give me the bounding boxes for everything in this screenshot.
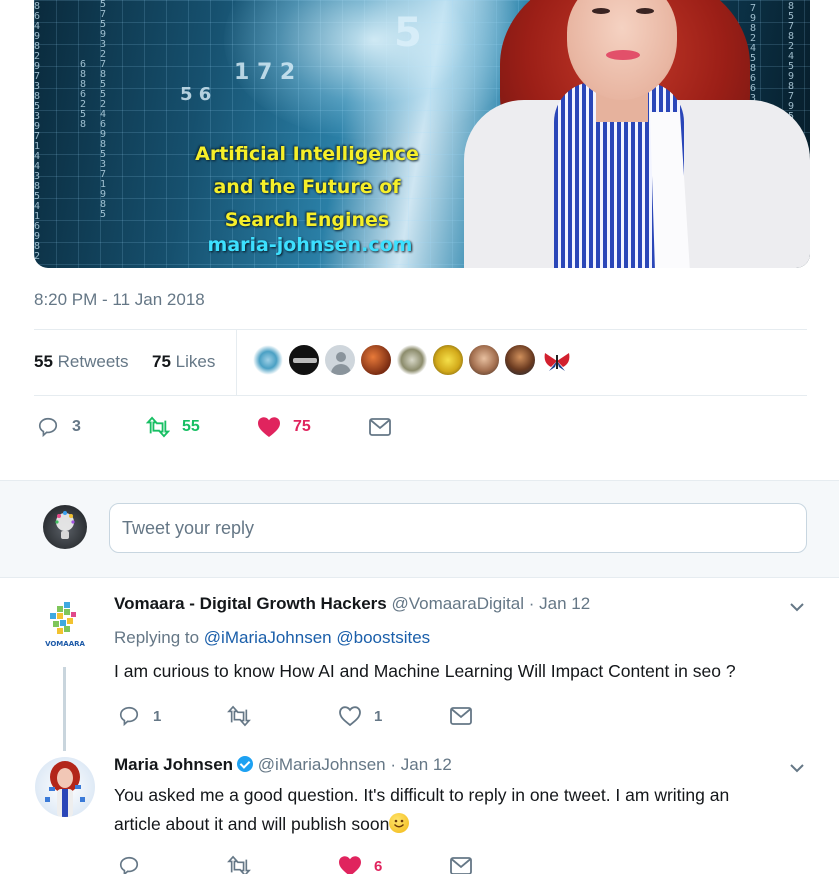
liker-avatar[interactable] bbox=[324, 344, 356, 376]
retweet-icon bbox=[227, 704, 251, 728]
reply-header: Vomaara - Digital Growth Hackers @Vomaar… bbox=[114, 594, 590, 614]
retweets-stat[interactable]: 55 Retweets bbox=[34, 352, 129, 372]
tweet-date[interactable]: Jan 12 bbox=[539, 594, 590, 613]
reply-icon bbox=[36, 415, 60, 439]
author-name[interactable]: Maria Johnsen bbox=[114, 755, 233, 774]
hero-big-digit: 5 bbox=[394, 10, 422, 56]
tweet-text-line: article about it and will publish soon bbox=[114, 810, 814, 839]
hero-headline-line: Search Engines bbox=[224, 209, 390, 231]
retweet-action[interactable]: 55 bbox=[146, 415, 200, 439]
tweet-date[interactable]: Jan 12 bbox=[401, 755, 452, 774]
reply-action[interactable] bbox=[117, 854, 141, 874]
heart-outline-icon bbox=[338, 704, 362, 728]
envelope-icon bbox=[449, 704, 473, 728]
hero-matrix-digits: 5 7 5 9 3 2 7 8 5 5 2 4 6 9 8 5 3 7 1 9 … bbox=[100, 0, 107, 220]
portrait-lips bbox=[606, 50, 640, 60]
liker-avatar[interactable] bbox=[468, 344, 500, 376]
maria-avatar[interactable] bbox=[35, 757, 95, 817]
chevron-down-icon[interactable] bbox=[788, 598, 806, 616]
mention-link[interactable]: @iMariaJohnsen bbox=[204, 628, 332, 647]
portrait-eye bbox=[592, 8, 610, 14]
liker-avatar[interactable] bbox=[288, 344, 320, 376]
current-user-avatar[interactable] bbox=[43, 505, 87, 549]
direct-message-action[interactable] bbox=[449, 704, 473, 728]
tweet-media-image[interactable]: 8 6 4 9 8 2 9 7 3 8 5 3 9 7 1 4 4 3 8 5 … bbox=[34, 0, 810, 268]
reply-action[interactable]: 3 bbox=[36, 415, 81, 439]
hero-matrix-digits: 8 6 4 9 8 2 9 7 3 8 5 3 9 7 1 4 4 3 8 5 … bbox=[34, 2, 41, 262]
mention-link[interactable]: @boostsites bbox=[336, 628, 430, 647]
divider bbox=[34, 395, 807, 396]
liker-avatar[interactable] bbox=[252, 344, 284, 376]
like-count: 6 bbox=[374, 857, 383, 874]
replying-to: Replying to @iMariaJohnsen @boostsites bbox=[114, 628, 430, 648]
reply-count: 1 bbox=[153, 707, 162, 725]
direct-message-action[interactable] bbox=[368, 415, 392, 439]
hero-url: maria-johnsen.com bbox=[207, 234, 413, 256]
replying-to-label: Replying to bbox=[114, 628, 200, 647]
like-action[interactable]: 75 bbox=[257, 415, 311, 439]
hero-headline-line: and the Future of bbox=[213, 176, 401, 198]
retweet-action[interactable] bbox=[227, 854, 251, 874]
portrait-eye bbox=[636, 8, 654, 14]
hero-big-digit: 5 6 bbox=[180, 84, 212, 105]
tweet-text: You asked me a good question. It's diffi… bbox=[114, 781, 814, 839]
tweet-text: I am curious to know How AI and Machine … bbox=[114, 661, 736, 681]
verified-badge-icon bbox=[237, 756, 254, 772]
separator-dot: · bbox=[528, 594, 535, 613]
author-handle[interactable]: @iMariaJohnsen bbox=[258, 755, 386, 774]
envelope-icon bbox=[368, 415, 392, 439]
hero-headline: Artificial Intelligence and the Future o… bbox=[164, 138, 450, 237]
retweet-icon bbox=[227, 854, 251, 874]
liker-avatars bbox=[252, 344, 572, 380]
hero-portrait bbox=[444, 0, 810, 268]
liker-avatar[interactable] bbox=[504, 344, 536, 376]
reply-header: Maria Johnsen @iMariaJohnsen · Jan 12 bbox=[114, 755, 452, 775]
chevron-down-icon[interactable] bbox=[788, 759, 806, 777]
retweet-count: 55 bbox=[182, 418, 200, 435]
tweet-timestamp[interactable]: 8:20 PM - 11 Jan 2018 bbox=[34, 290, 205, 310]
hero-headline-line: Artificial Intelligence bbox=[195, 143, 419, 165]
like-count: 1 bbox=[374, 707, 383, 725]
liker-avatar[interactable] bbox=[432, 344, 464, 376]
stats-separator bbox=[236, 330, 237, 395]
tweet-text-line: You asked me a good question. It's diffi… bbox=[114, 785, 730, 805]
reply-action[interactable]: 1 bbox=[117, 704, 161, 728]
reply-icon bbox=[117, 704, 141, 728]
retweet-action[interactable] bbox=[227, 704, 251, 728]
likes-count: 75 bbox=[152, 352, 171, 371]
envelope-icon bbox=[449, 854, 473, 874]
likes-stat[interactable]: 75 Likes bbox=[152, 352, 215, 372]
author-handle[interactable]: @VomaaraDigital bbox=[391, 594, 524, 613]
direct-message-action[interactable] bbox=[449, 854, 473, 874]
retweets-label: Retweets bbox=[57, 352, 129, 371]
smiley-emoji-icon bbox=[389, 813, 410, 833]
like-count: 75 bbox=[293, 418, 311, 435]
author-name[interactable]: Vomaara - Digital Growth Hackers bbox=[114, 594, 387, 613]
tweet-stats: 55 Retweets 75 Likes bbox=[34, 330, 807, 395]
like-action[interactable]: 1 bbox=[338, 704, 382, 728]
vomaara-avatar[interactable]: VOMAARA bbox=[35, 598, 95, 658]
liker-avatar[interactable] bbox=[540, 344, 572, 376]
reply-count: 3 bbox=[72, 418, 81, 435]
thread-connector-line bbox=[63, 667, 66, 751]
liker-avatar[interactable] bbox=[396, 344, 428, 376]
heart-icon bbox=[338, 854, 362, 874]
likes-label: Likes bbox=[175, 352, 216, 371]
reply-input[interactable] bbox=[109, 503, 807, 553]
hero-matrix-digits: 6 8 8 6 2 5 8 bbox=[80, 60, 87, 130]
reply-icon bbox=[117, 854, 141, 874]
vomaara-avatar-text: VOMAARA bbox=[45, 640, 85, 648]
tweet-text-line-2: article about it and will publish soon bbox=[114, 814, 390, 834]
retweets-count: 55 bbox=[34, 352, 53, 371]
heart-icon bbox=[257, 415, 281, 439]
separator-dot: · bbox=[390, 755, 397, 774]
hero-big-digit: 1 7 2 bbox=[234, 60, 296, 85]
retweet-icon bbox=[146, 415, 170, 439]
like-action[interactable]: 6 bbox=[338, 854, 382, 874]
liker-avatar[interactable] bbox=[360, 344, 392, 376]
